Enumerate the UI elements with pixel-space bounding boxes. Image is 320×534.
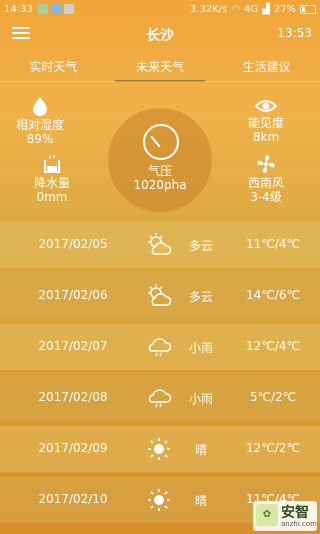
app-notification-icon bbox=[51, 4, 61, 14]
battery-percent: 27% bbox=[273, 4, 296, 15]
network-speed: 3.32K/s bbox=[189, 4, 228, 15]
forecast-condition: 晴 bbox=[194, 494, 207, 508]
forecast-condition: 小雨 bbox=[188, 341, 213, 355]
forecast-condition: 晴 bbox=[194, 443, 207, 457]
forecast-date: 2017/02/06 bbox=[38, 288, 108, 302]
forecast-date: 2017/02/05 bbox=[38, 237, 108, 251]
tab-future-weather[interactable]: 未来天气 bbox=[107, 56, 214, 82]
forecast-row[interactable]: 2017/02/09 晴 12℃/2℃ bbox=[0, 426, 320, 472]
forecast-temp: 12℃/2℃ bbox=[246, 441, 300, 455]
forecast-row[interactable]: 2017/02/08 小雨 5℃/2℃ bbox=[0, 375, 320, 421]
pressure-circle: 气压 1020pha bbox=[108, 108, 212, 212]
forecast-date: 2017/02/07 bbox=[38, 339, 108, 353]
forecast-date: 2017/02/10 bbox=[38, 492, 108, 506]
watermark-sub: anzhi.com bbox=[281, 520, 317, 528]
precipitation-value: 0mm bbox=[36, 190, 68, 204]
partly-cloudy-icon bbox=[148, 233, 172, 255]
city-title[interactable]: 长沙 bbox=[0, 25, 320, 45]
humidity-value: 89% bbox=[26, 132, 54, 146]
forecast-row[interactable]: 2017/02/05 多云 11℃/4℃ bbox=[0, 222, 320, 268]
fan-icon bbox=[257, 155, 275, 173]
visibility-value: 8km bbox=[252, 130, 280, 144]
battery-icon bbox=[300, 5, 316, 14]
wind-level: 3-4级 bbox=[250, 190, 282, 204]
app-header: 长沙 13:53 bbox=[0, 20, 320, 48]
tab-life-advice[interactable]: 生活建议 bbox=[213, 56, 320, 82]
forecast-temp: 11℃/4℃ bbox=[246, 237, 300, 251]
watermark-text: 安智 bbox=[281, 505, 309, 521]
rain-gauge-icon bbox=[44, 155, 60, 173]
wind-direction: 西南风 bbox=[247, 176, 284, 190]
forecast-temp: 12℃/4℃ bbox=[246, 339, 300, 353]
forecast-condition: 小雨 bbox=[188, 392, 213, 406]
status-time: 14:33 bbox=[4, 4, 33, 15]
pressure-value: 1020pha bbox=[133, 178, 187, 192]
forecast-date: 2017/02/09 bbox=[38, 441, 108, 455]
forecast-row[interactable]: 2017/02/06 多云 14℃/6℃ bbox=[0, 273, 320, 319]
notification-icons bbox=[38, 4, 74, 14]
forecast-condition: 多云 bbox=[188, 290, 213, 304]
precipitation-label: 降水量 bbox=[33, 176, 70, 190]
tab-divider bbox=[0, 81, 320, 82]
gauge-icon bbox=[143, 124, 179, 160]
status-right: 3.32K/s ◠ 4G ▟ 27% bbox=[190, 4, 316, 15]
forecast-temp: 5℃/2℃ bbox=[249, 390, 297, 404]
forecast-temp: 14℃/6℃ bbox=[246, 288, 300, 302]
tab-bar: 实时天气 未来天气 生活建议 bbox=[0, 56, 320, 82]
eye-icon bbox=[255, 100, 277, 112]
forecast-list: 2017/02/05 多云 11℃/4℃ 2017/02/06 多云 14℃/6… bbox=[0, 222, 320, 528]
app-notification-icon bbox=[64, 4, 74, 14]
rain-cloud-icon bbox=[148, 338, 172, 357]
pressure-label: 气压 bbox=[147, 164, 172, 178]
signal-icon: ▟ bbox=[262, 4, 270, 15]
visibility-label: 能见度 bbox=[247, 116, 284, 130]
precipitation-stat: 降水量 0mm bbox=[12, 154, 92, 204]
sun-icon bbox=[148, 489, 170, 511]
humidity-label: 相对湿度 bbox=[15, 118, 64, 132]
water-drop-icon bbox=[33, 97, 47, 116]
sun-icon bbox=[148, 438, 170, 460]
partly-cloudy-icon bbox=[148, 284, 172, 306]
app-notification-icon bbox=[38, 4, 48, 14]
anzhi-logo-icon: ✿ bbox=[256, 504, 278, 526]
wifi-icon: ◠ bbox=[231, 4, 240, 15]
network-type: 4G bbox=[243, 4, 259, 15]
status-bar: 14:33 3.32K/s ◠ 4G ▟ 27% bbox=[0, 0, 320, 20]
wind-stat: 西南风 3-4级 bbox=[226, 154, 306, 204]
current-conditions: 相对湿度 89% 能见度 8km 气压 1020pha 降水量 0mm 西南风 bbox=[0, 86, 320, 220]
visibility-stat: 能见度 8km bbox=[226, 98, 306, 144]
tab-realtime-weather[interactable]: 实时天气 bbox=[0, 56, 107, 82]
anzhi-watermark: ✿ 安智 anzhi.com bbox=[253, 501, 317, 531]
forecast-row[interactable]: 2017/02/07 小雨 12℃/4℃ bbox=[0, 324, 320, 370]
forecast-date: 2017/02/08 bbox=[38, 390, 108, 404]
humidity-stat: 相对湿度 89% bbox=[0, 96, 80, 146]
rain-cloud-icon bbox=[148, 389, 172, 408]
forecast-condition: 多云 bbox=[188, 239, 213, 253]
header-clock: 13:53 bbox=[277, 26, 312, 40]
